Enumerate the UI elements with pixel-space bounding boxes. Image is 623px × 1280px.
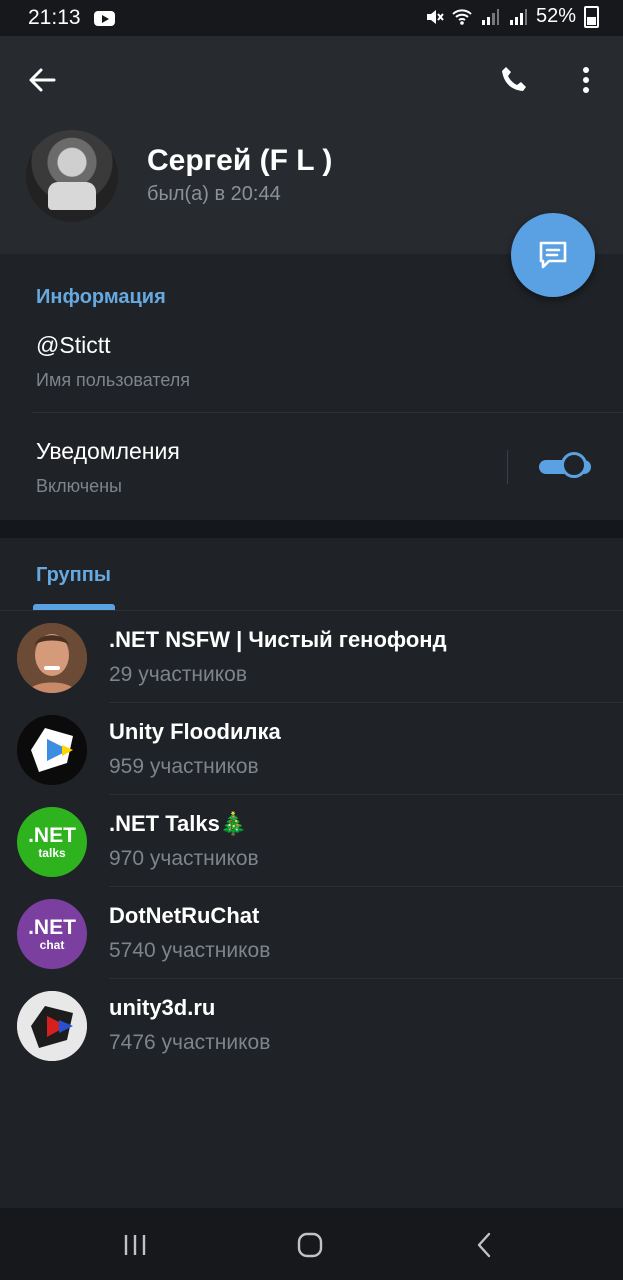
logo-subtext: chat (39, 938, 65, 952)
logo-subtext: talks (38, 846, 66, 860)
vertical-divider (507, 450, 508, 484)
group-name: .NET NSFW | Чистый генофонд (109, 627, 447, 652)
youtube-icon (94, 11, 115, 26)
more-vertical-icon[interactable] (576, 64, 596, 96)
signal-icon (481, 8, 499, 25)
avatar[interactable] (26, 130, 118, 222)
group-avatar (17, 715, 87, 785)
group-name: DotNetRuChat (109, 903, 260, 928)
send-message-button[interactable] (511, 213, 595, 297)
group-row[interactable]: .NET chat DotNetRuChat 5740 участников (0, 887, 623, 979)
divider (32, 412, 623, 413)
group-avatar: .NET talks (17, 807, 87, 877)
notifications-label: Уведомления (36, 438, 180, 464)
group-name: Unity Floodилка (109, 719, 281, 744)
group-members: 5740 участников (109, 939, 271, 962)
recent-apps-icon[interactable] (120, 1230, 150, 1260)
profile-name: Сергей (F L ) (147, 144, 333, 177)
info-section: Информация @Stictt Имя пользователя Увед… (0, 254, 623, 520)
notifications-status: Включены (36, 476, 122, 496)
tab-groups[interactable]: Группы (36, 564, 111, 587)
logo-text: .NET (28, 824, 76, 847)
notifications-toggle[interactable] (539, 452, 591, 480)
group-row[interactable]: .NET NSFW | Чистый генофонд 29 участнико… (0, 611, 623, 703)
group-members: 7476 участников (109, 1031, 271, 1054)
back-nav-icon[interactable] (470, 1230, 500, 1260)
dotnet-chat-logo: .NET chat (28, 917, 76, 951)
groups-section: Группы .NET NSFW | Чистый генофонд 29 уч… (0, 538, 623, 1208)
group-avatar (17, 623, 87, 693)
message-icon (539, 241, 567, 269)
wifi-icon (452, 8, 472, 25)
username-label: Имя пользователя (36, 370, 191, 390)
group-members: 970 участников (109, 847, 259, 870)
status-icons: 52% (424, 5, 599, 28)
logo-text: .NET (28, 916, 76, 939)
group-avatar: .NET chat (17, 899, 87, 969)
username-value: @Stictt (36, 332, 111, 358)
home-icon[interactable] (295, 1230, 325, 1260)
group-row[interactable]: .NET talks .NET Talks🎄 970 участников (0, 795, 623, 887)
unity3d-logo-icon (17, 991, 87, 1061)
back-arrow-icon[interactable] (26, 64, 58, 96)
mute-icon (426, 9, 444, 24)
last-seen-status: был(а) в 20:44 (147, 183, 281, 205)
group-name: unity3d.ru (109, 995, 216, 1020)
person-photo-icon (17, 623, 87, 693)
status-bar: 21:13 52% (0, 0, 623, 36)
unity-logo-icon (17, 715, 87, 785)
group-members: 29 участников (109, 663, 248, 686)
battery-icon (584, 5, 599, 28)
group-name: .NET Talks🎄 (109, 811, 248, 836)
phone-icon[interactable] (498, 64, 530, 96)
signal-icon-2 (509, 8, 527, 25)
status-time: 21:13 (28, 6, 81, 29)
battery-percent: 52% (535, 5, 576, 27)
net-talks-logo: .NET talks (28, 825, 76, 859)
group-row[interactable]: unity3d.ru 7476 участников (0, 979, 623, 1071)
group-members: 959 участников (109, 755, 259, 778)
toggle-knob (561, 452, 587, 478)
info-section-title: Информация (36, 286, 166, 308)
system-nav-bar (0, 1208, 623, 1280)
section-gap (0, 520, 623, 538)
group-row[interactable]: Unity Floodилка 959 участников (0, 703, 623, 795)
group-avatar (17, 991, 87, 1061)
